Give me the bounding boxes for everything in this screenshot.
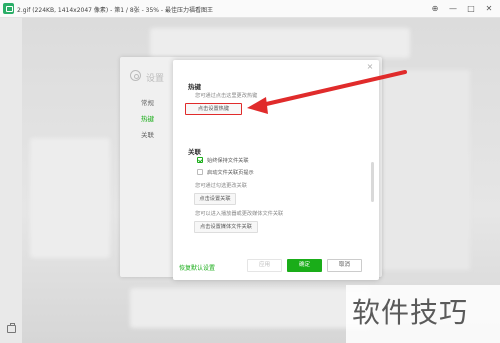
app-icon: [3, 3, 14, 14]
blurred-content: [150, 28, 410, 58]
gear-icon: [130, 70, 141, 81]
cancel-button[interactable]: 取消: [327, 259, 362, 272]
scrollbar[interactable]: [371, 162, 374, 202]
checkbox-label: 启动文件关联页提示: [207, 169, 254, 176]
startup-prompt-checkbox[interactable]: [197, 169, 203, 175]
window-title: 2.gif (224KB, 1414x2047 像素) - 第1 / 8张 - …: [17, 7, 213, 14]
close-window-button[interactable]: ✕: [484, 4, 494, 14]
blurred-content: [30, 138, 110, 258]
watermark: 软件技巧: [346, 285, 500, 343]
assoc-section-title: 关联: [188, 148, 201, 156]
checkbox-label: 始终保持文件关联: [207, 157, 249, 164]
briefcase-icon[interactable]: [7, 323, 16, 333]
assoc-hint: 您可通过勾选更改关联: [195, 183, 247, 189]
maximize-button[interactable]: □: [466, 4, 476, 14]
pin-icon[interactable]: ⊕: [430, 4, 440, 14]
checkbox-row-startup-prompt[interactable]: 启动文件关联页提示: [197, 168, 254, 176]
set-media-association-button[interactable]: 点击设置媒体文件关联: [194, 221, 258, 233]
restore-defaults-link[interactable]: 恢复默认设置: [179, 263, 215, 272]
set-association-button[interactable]: 点击设置关联: [194, 193, 236, 205]
settings-sidebar: 设置 常规 热键 关联: [120, 57, 174, 277]
close-icon[interactable]: ×: [366, 63, 374, 71]
sidebar-item-hotkeys[interactable]: 热键: [141, 113, 154, 123]
watermark-text: 软件技巧: [352, 296, 469, 329]
title-bar: 2.gif (224KB, 1414x2047 像素) - 第1 / 8张 - …: [0, 0, 500, 18]
minimize-button[interactable]: —: [448, 4, 458, 14]
apply-button[interactable]: 应用: [247, 259, 282, 272]
blurred-content: [130, 288, 370, 328]
sidebar-item-association[interactable]: 关联: [141, 129, 154, 139]
hotkey-section-title: 热键: [188, 83, 201, 91]
media-assoc-hint: 您可以进入播放器或更改媒体文件关联: [195, 211, 284, 217]
sidebar-item-general[interactable]: 常规: [141, 97, 154, 107]
ok-button[interactable]: 确定: [287, 259, 322, 272]
settings-heading: 设置: [146, 74, 165, 84]
checkbox-row-keep-association[interactable]: 始终保持文件关联: [197, 156, 249, 164]
hotkey-hint: 您可通过点击这里更改热键: [195, 93, 258, 99]
keep-association-checkbox[interactable]: [197, 157, 203, 163]
settings-dialog: × 热键 您可通过点击这里更改热键 点击设置热键 关联 始终保持文件关联 启动文…: [173, 60, 379, 280]
viewer-left-strip: [0, 18, 22, 343]
set-hotkey-button[interactable]: 点击设置热键: [185, 103, 242, 115]
